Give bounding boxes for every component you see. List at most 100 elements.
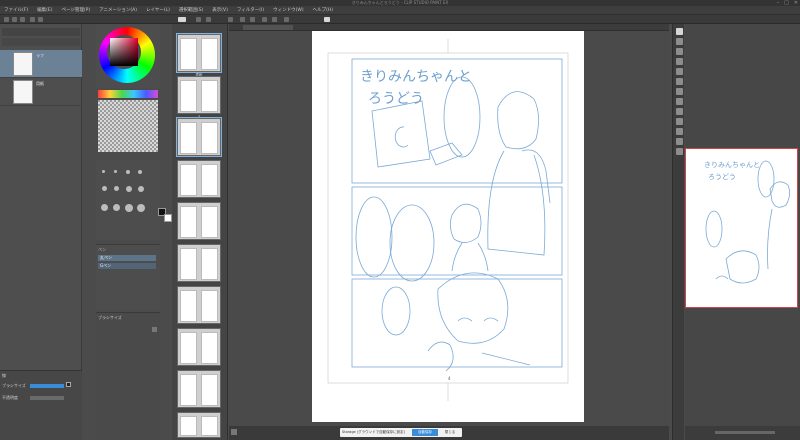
flip-icon[interactable]	[272, 17, 277, 22]
ruler-icon[interactable]	[228, 17, 233, 22]
rotate-icon[interactable]	[262, 17, 267, 22]
eyedropper-tool-icon[interactable]	[676, 78, 683, 85]
girl-body	[487, 150, 546, 256]
brush-size-dot[interactable]	[101, 204, 108, 211]
layer-panel-toolbar	[2, 28, 80, 36]
layer-row-paper[interactable]: 用紙	[0, 78, 82, 106]
page-thumb-3[interactable]	[177, 160, 221, 198]
page-thumb-9[interactable]	[177, 412, 221, 438]
redo-icon[interactable]	[38, 17, 43, 22]
undo-icon[interactable]	[30, 17, 35, 22]
page-thumb-6[interactable]	[177, 286, 221, 324]
saturation-value-box[interactable]	[110, 38, 138, 66]
selection-tool-icon[interactable]	[676, 58, 683, 65]
menu-animation[interactable]: アニメーション(A)	[99, 7, 137, 13]
nav-title-line1: きりみんちゃんと	[704, 161, 760, 169]
snap-icon[interactable]	[284, 17, 289, 22]
menu-window[interactable]: ウィンドウ(W)	[273, 7, 303, 13]
page-sheet	[180, 122, 197, 154]
page-thumb-0[interactable]	[176, 33, 222, 73]
subtool-item[interactable]: Gペン	[98, 263, 156, 269]
navigator-zoom-slider[interactable]	[715, 431, 775, 434]
brush-size-dot[interactable]	[126, 170, 130, 174]
pen-tool-icon[interactable]	[676, 88, 683, 95]
menu-page[interactable]: ページ管理(P)	[61, 7, 90, 13]
menu-edit[interactable]: 編集(E)	[37, 7, 52, 13]
page-thumb-7[interactable]	[177, 328, 221, 366]
brush-size-dot[interactable]	[126, 186, 132, 192]
notification-text: Storage (グラウンドで自動保存に設定)	[342, 430, 406, 434]
opacity-slider[interactable]	[30, 396, 64, 400]
page-thumb-2[interactable]	[176, 117, 222, 157]
canvas-tab[interactable]	[243, 25, 293, 30]
save-icon[interactable]	[20, 17, 25, 22]
menu-select[interactable]: 選択範囲(S)	[179, 7, 203, 13]
subtool-item[interactable]: 丸ペン	[98, 255, 156, 261]
layer-thumbnail	[13, 80, 33, 104]
eye-icon[interactable]	[178, 17, 186, 22]
move-tool-icon[interactable]	[676, 38, 683, 45]
navigator-preview[interactable]: きりみんちゃんと ろうどう	[685, 148, 798, 308]
material-palette[interactable]	[98, 100, 158, 152]
layer-row-rough[interactable]: ラフ	[0, 50, 82, 78]
notification-close-button[interactable]: 閉じる	[441, 429, 459, 436]
zoom-icon[interactable]	[231, 429, 237, 435]
page-thumb-8[interactable]	[177, 370, 221, 408]
grid-icon[interactable]	[206, 17, 211, 22]
color-wheel-panel	[96, 24, 160, 88]
brush-tool-icon[interactable]	[676, 108, 683, 115]
zoom-tool-icon[interactable]	[676, 28, 683, 35]
layer-blend-bar[interactable]	[2, 38, 80, 46]
background-color[interactable]	[164, 214, 172, 222]
menu-layer[interactable]: レイヤー(L)	[146, 7, 170, 13]
eraser-tool-icon[interactable]	[676, 128, 683, 135]
page-thumb-1[interactable]	[177, 76, 221, 114]
notification-action-button[interactable]: 自動保存	[412, 429, 438, 436]
zoom-out-icon[interactable]	[250, 17, 255, 22]
new-icon[interactable]	[4, 17, 9, 22]
menu-help[interactable]: ヘルプ(H)	[313, 7, 333, 13]
menu-filter[interactable]: フィルター(I)	[237, 7, 264, 13]
gradient-tool-icon[interactable]	[676, 148, 683, 155]
open-icon[interactable]	[12, 17, 17, 22]
page-sheet	[201, 248, 218, 280]
page-sheet	[180, 332, 197, 364]
manga-page[interactable]: きりみんちゃんと ろうどう 4	[312, 31, 584, 422]
brush-size-slider[interactable]	[30, 384, 64, 388]
menu-file[interactable]: ファイル(F)	[4, 7, 28, 13]
brush-size-dot[interactable]	[125, 204, 133, 212]
color-chip[interactable]	[66, 382, 71, 387]
monitor-moon	[394, 126, 409, 148]
fill-tool-icon[interactable]	[676, 138, 683, 145]
menu-view[interactable]: 表示(V)	[212, 7, 228, 13]
brush-size-dot[interactable]	[113, 204, 120, 211]
keyboard-sketch	[429, 142, 463, 166]
pencil-tool-icon[interactable]	[676, 98, 683, 105]
page-thumb-4[interactable]	[177, 202, 221, 240]
page-sheet	[180, 206, 197, 238]
page-thumb-5[interactable]	[177, 244, 221, 282]
inner-frame-guide	[327, 52, 569, 384]
brush-size-dot[interactable]	[114, 186, 119, 191]
brush-size-dot[interactable]	[138, 170, 142, 174]
brush-size-dot[interactable]	[102, 170, 105, 173]
color-set-strip[interactable]	[98, 90, 158, 98]
brush-size-dot[interactable]	[102, 186, 107, 191]
navigator-sketch: きりみんちゃんと ろうどう	[704, 160, 790, 284]
page-sheet	[201, 80, 218, 112]
brush-size-dot[interactable]	[138, 186, 144, 192]
brush-size-dot[interactable]	[114, 170, 117, 173]
page-sheet	[201, 290, 218, 322]
transform-icon[interactable]	[196, 17, 201, 22]
page-sheet	[201, 122, 218, 154]
nav-girl-body	[767, 208, 773, 270]
brush-size-dot[interactable]	[137, 204, 145, 212]
help-icon[interactable]	[324, 17, 330, 22]
airbrush-tool-icon[interactable]	[676, 118, 683, 125]
app-window: きりみんちゃんとろうどう - CLIP STUDIO PAINT EX – □ …	[0, 0, 800, 440]
operation-tool-icon[interactable]	[676, 48, 683, 55]
zoom-in-icon[interactable]	[240, 17, 245, 22]
wrench-icon[interactable]	[152, 327, 157, 332]
page-sheet	[180, 416, 197, 436]
lasso-tool-icon[interactable]	[676, 68, 683, 75]
